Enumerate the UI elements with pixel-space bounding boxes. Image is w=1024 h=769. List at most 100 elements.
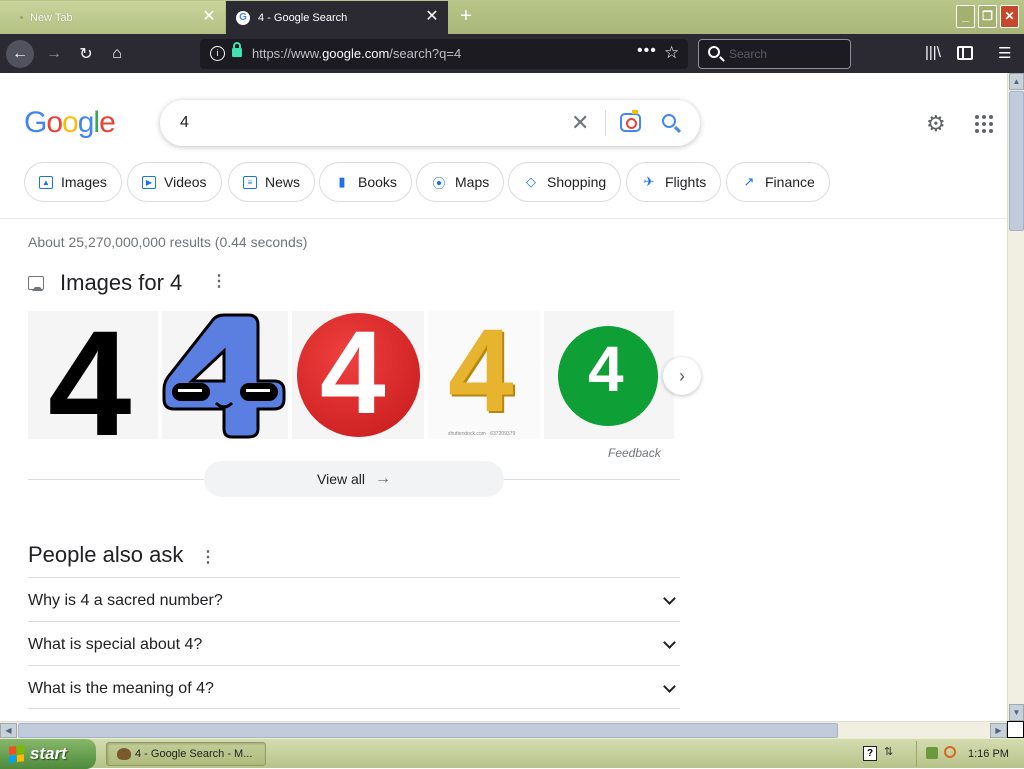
google-logo[interactable]: Google [24, 106, 116, 140]
chevron-right-icon[interactable]: › [663, 357, 701, 395]
window-close-button[interactable]: ✕ [1000, 5, 1019, 28]
chip-finance[interactable]: ↗ Finance [726, 162, 830, 202]
reload-icon[interactable]: ↻ [72, 40, 100, 68]
more-options-icon[interactable]: ⋮ [211, 271, 227, 291]
paa-question-row[interactable]: Why is 4 a sacred number? [28, 577, 680, 621]
page-actions-more-icon[interactable]: ••• [637, 42, 657, 60]
map-pin-icon: ⦿ [432, 175, 446, 191]
taskbar-window-button[interactable]: 4 - Google Search - M... [106, 742, 266, 766]
chevron-down-icon [663, 680, 676, 693]
tray-separator [916, 741, 917, 767]
chip-shopping[interactable]: ◇ Shopping [508, 162, 622, 202]
finance-chart-icon: ↗ [743, 174, 755, 189]
search-icon [708, 46, 720, 58]
scroll-down-arrow-icon[interactable]: ▼ [1009, 704, 1024, 721]
address-bar[interactable]: i https://www.google.com/search?q=4 ••• … [200, 39, 688, 69]
tab-google-search[interactable]: G 4 - Google Search ✕ [226, 1, 448, 34]
search-box-divider [605, 110, 606, 136]
tray-magnifier-icon[interactable] [944, 746, 956, 758]
site-info-icon[interactable]: i [210, 46, 225, 61]
system-tray: ? ⇅ 1:16 PM [858, 741, 1024, 767]
scroll-up-arrow-icon[interactable]: ▲ [1009, 73, 1024, 90]
image-results-strip: 4 4 4 shutterstock.com · 637209379 4 [28, 311, 680, 439]
chip-maps[interactable]: ⦿ Maps [416, 162, 505, 202]
scroll-right-arrow-icon[interactable]: ▶ [990, 723, 1007, 738]
scroll-left-arrow-icon[interactable]: ◀ [0, 723, 17, 738]
google-lens-camera-icon[interactable] [620, 110, 641, 132]
tab-close-icon[interactable]: ✕ [424, 9, 440, 25]
search-icon[interactable] [662, 114, 676, 128]
navigation-toolbar: ← → ↻ ⌂ i https://www.google.com/search?… [0, 34, 1024, 73]
vertical-scroll-thumb[interactable] [1009, 91, 1024, 231]
back-arrow-icon[interactable]: ← [6, 40, 34, 68]
image-thumbnail[interactable]: 4 [292, 311, 424, 439]
google-search-box[interactable]: 4 ✕ [160, 100, 700, 146]
window-minimize-button[interactable]: _ [956, 5, 975, 28]
image-thumbnail[interactable]: 4 [28, 311, 158, 439]
image-thumbnail[interactable]: 4 [544, 311, 674, 439]
vertical-scrollbar[interactable]: ▲ ▼ [1007, 73, 1024, 721]
images-section-title[interactable]: Images for 4 [60, 270, 182, 296]
tab-new-tab[interactable]: New Tab ✕ [0, 1, 225, 34]
forward-arrow-icon[interactable]: → [40, 40, 68, 68]
image-icon [28, 276, 44, 291]
images-section-header: Images for 4 ⋮ [28, 269, 227, 297]
book-icon: ▮ [338, 174, 346, 189]
browser-search-input[interactable] [729, 45, 839, 63]
google-favicon-icon: G [236, 10, 250, 25]
image-thumbnail[interactable] [162, 311, 288, 439]
tab-strip: New Tab ✕ G 4 - Google Search ✕ + _ ❐ ✕ [0, 0, 1024, 34]
chevron-down-icon [663, 592, 676, 605]
news-icon: ≡ [243, 175, 257, 189]
google-apps-grid-icon[interactable] [975, 115, 993, 133]
horizontal-scrollbar[interactable]: ◀ ▶ [0, 721, 1007, 738]
horizontal-scroll-thumb[interactable] [18, 723, 838, 738]
tab-close-icon[interactable]: ✕ [201, 9, 217, 25]
window-maximize-button[interactable]: ❐ [978, 5, 997, 28]
chip-videos[interactable]: ▶ Videos [127, 162, 222, 202]
new-tab-plus-icon[interactable]: + [456, 4, 476, 28]
result-stats: About 25,270,000,000 results (0.44 secon… [28, 234, 308, 250]
home-icon[interactable]: ⌂ [103, 40, 131, 68]
tab-loading-dot [20, 16, 23, 19]
settings-gear-icon[interactable]: ⚙ [926, 111, 946, 137]
feedback-link[interactable]: Feedback [608, 446, 661, 460]
firefox-icon [117, 748, 131, 760]
tray-app-icon[interactable] [926, 747, 938, 759]
sidebar-icon[interactable] [957, 46, 973, 60]
windows-taskbar: start 4 - Google Search - M... ? ⇅ 1:16 … [0, 738, 1024, 769]
view-all-button[interactable]: View all → [204, 461, 504, 497]
chevron-down-icon [663, 636, 676, 649]
chip-news[interactable]: ≡ News [228, 162, 316, 202]
tab-label: 4 - Google Search [258, 11, 348, 24]
clear-icon[interactable]: ✕ [571, 110, 589, 136]
image-thumbnail[interactable]: 4 shutterstock.com · 637209379 [428, 311, 540, 439]
chip-images[interactable]: ▲ Images [24, 162, 122, 202]
lock-icon[interactable] [232, 42, 242, 57]
url-text[interactable]: https://www.google.com/search?q=4 [252, 46, 461, 61]
people-also-ask-title: People also ask [28, 542, 184, 567]
search-query-input[interactable]: 4 [180, 114, 189, 132]
page-content: Google 4 ✕ ⚙ ▲ Images ▶ Videos ≡ News ▮ Book… [0, 73, 1007, 721]
tag-icon: ◇ [526, 174, 536, 189]
arrow-right-icon: → [375, 470, 391, 487]
network-icon[interactable]: ⇅ [884, 745, 893, 758]
help-icon[interactable]: ? [863, 746, 877, 761]
chip-flights[interactable]: ✈ Flights [626, 162, 722, 202]
browser-search-box[interactable] [698, 39, 851, 69]
tab-label: New Tab [30, 11, 73, 24]
blue-four-character-image [162, 313, 286, 439]
clock[interactable]: 1:16 PM [968, 748, 1009, 760]
airplane-icon: ✈ [643, 174, 655, 189]
image-icon: ▲ [39, 175, 53, 189]
hamburger-menu-icon[interactable]: ☰ [998, 44, 1011, 62]
paa-question-row[interactable]: What is the meaning of 4? [28, 665, 680, 709]
video-play-icon: ▶ [142, 175, 156, 189]
more-options-icon[interactable]: ⋮ [200, 547, 216, 567]
library-icon[interactable]: |||\ [925, 44, 941, 61]
paa-question-row[interactable]: What is special about 4? [28, 621, 680, 665]
image-watermark: shutterstock.com · 637209379 [448, 431, 516, 437]
bookmark-star-icon[interactable]: ☆ [664, 43, 679, 63]
chip-books[interactable]: ▮ Books [319, 162, 412, 202]
start-button[interactable]: start [0, 739, 96, 769]
